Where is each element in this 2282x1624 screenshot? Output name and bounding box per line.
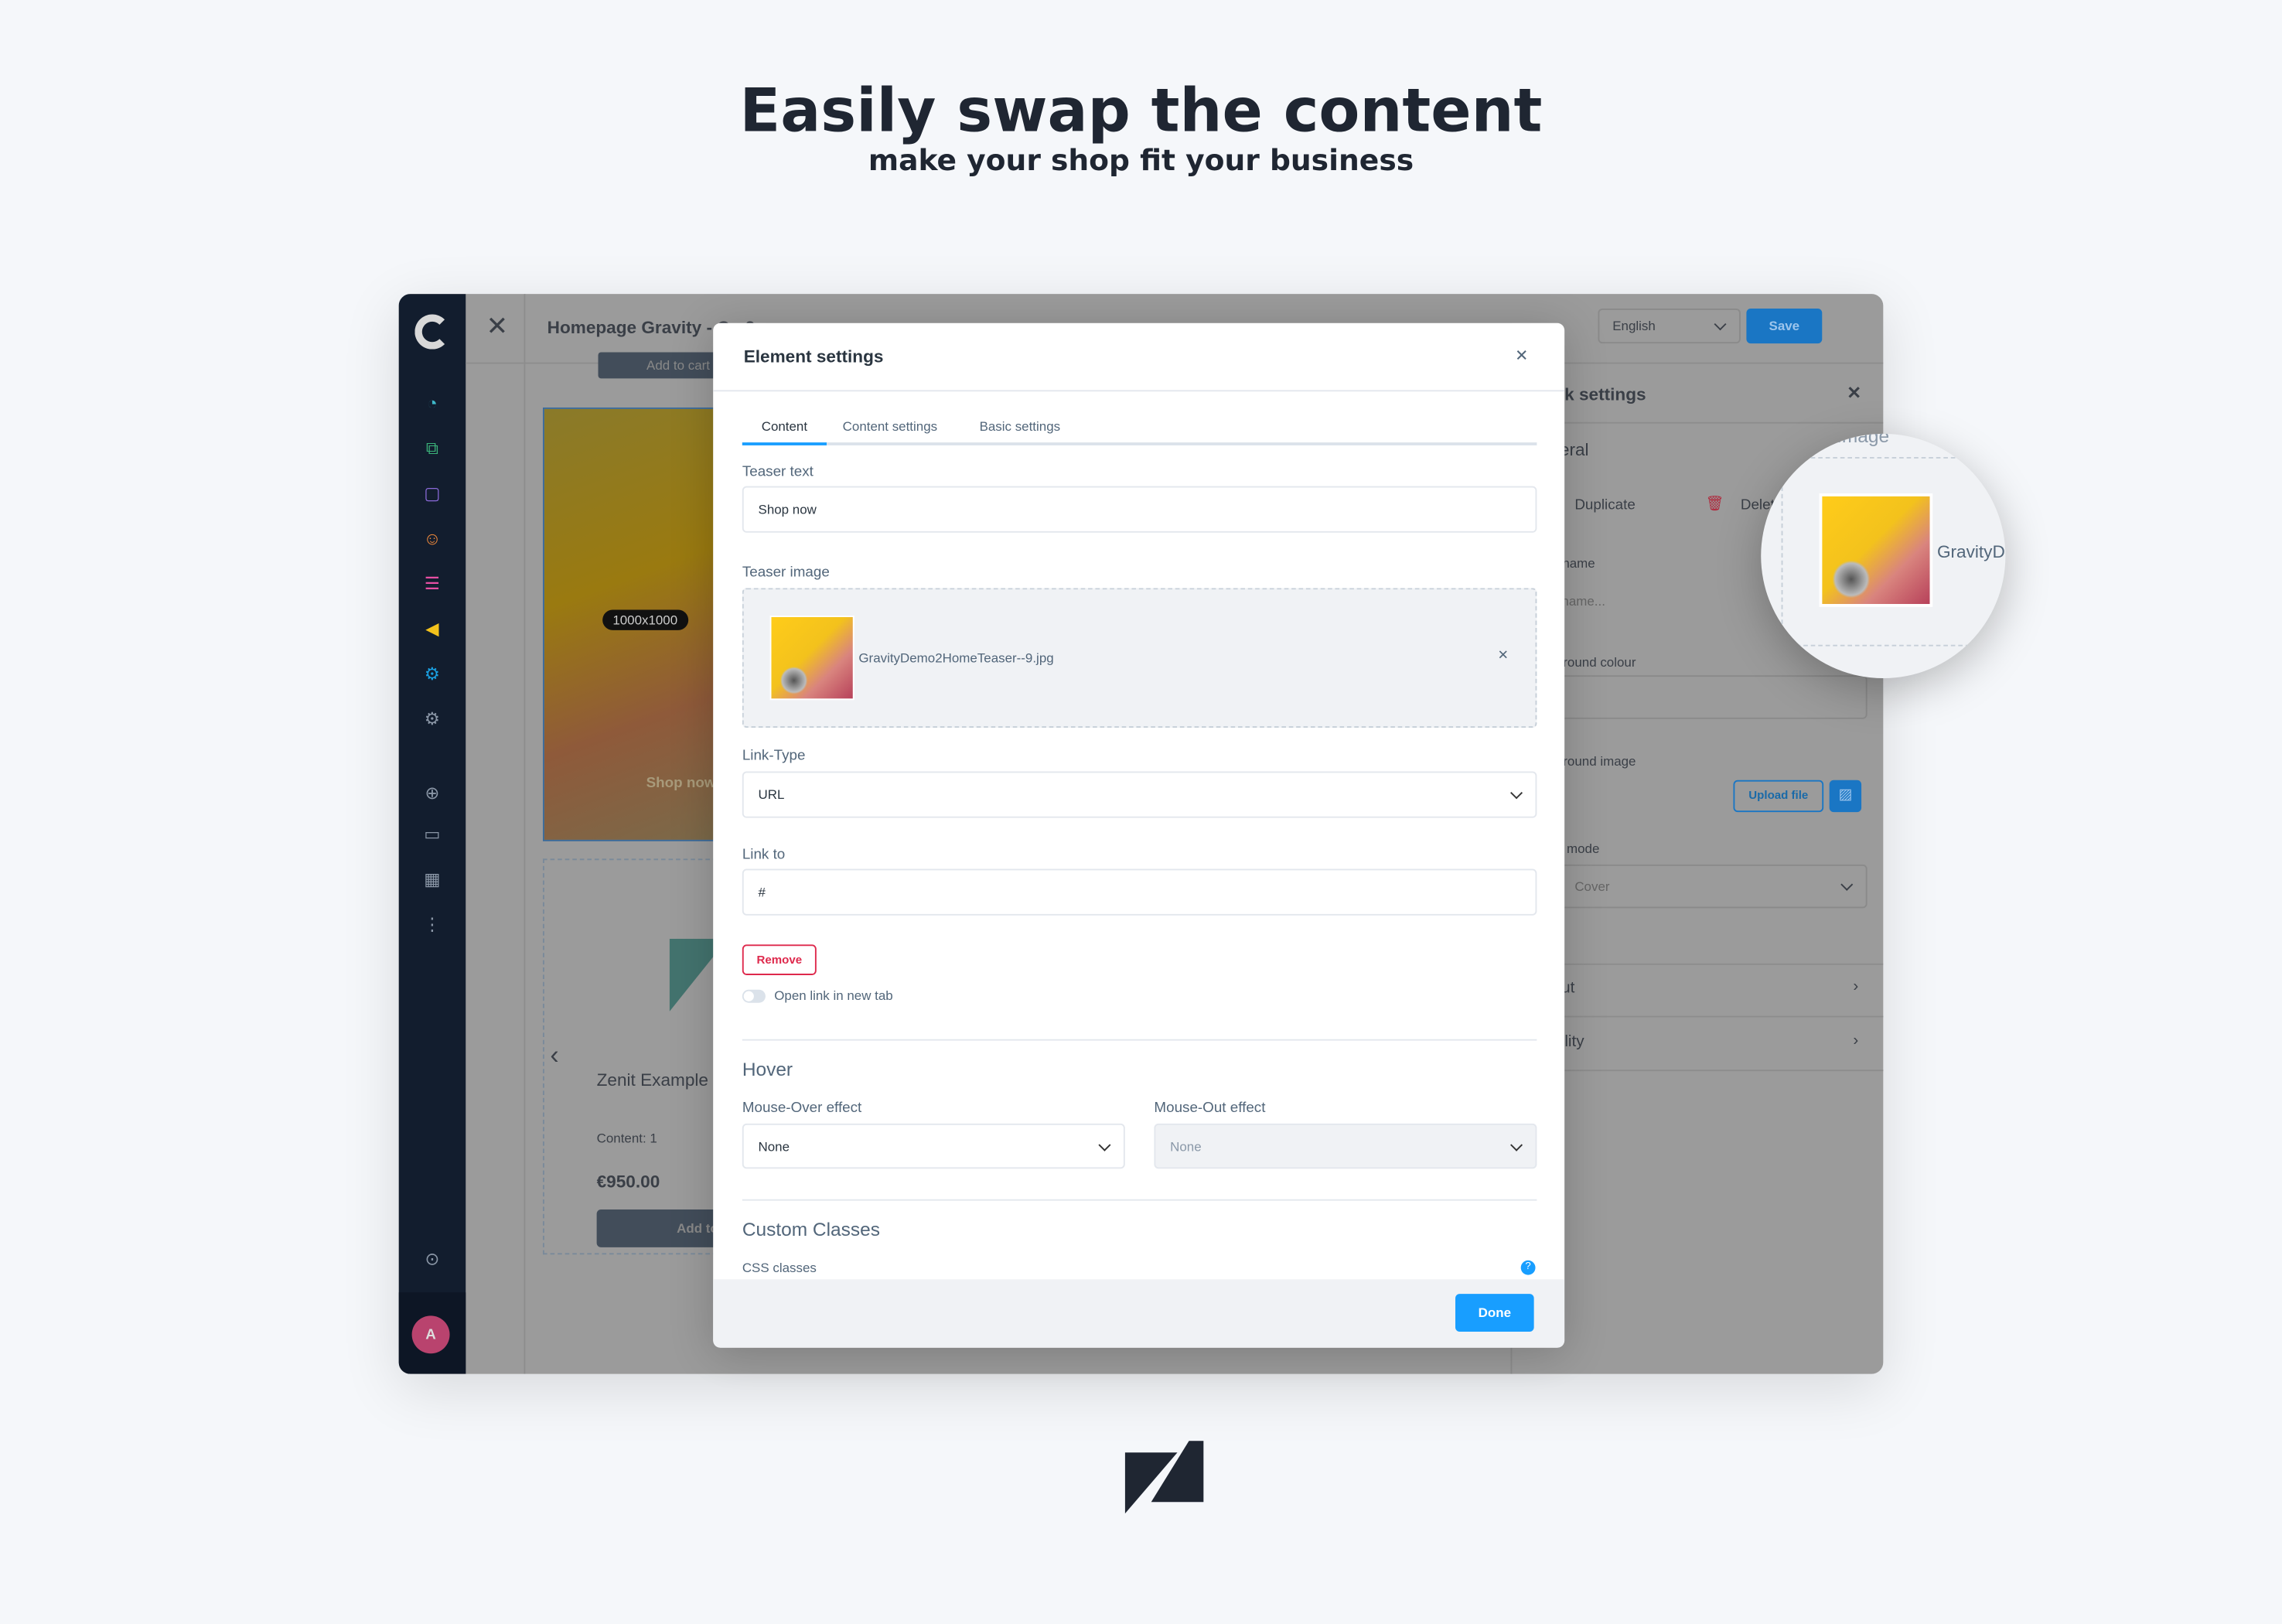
mouse-out-value: None (1170, 1138, 1202, 1154)
sidebar: ◔ ⧉ ▢ ☺ ☰ ◀ ⚙ ⚙ ⊕ ▭ ▦ ⋮ ⊙ A (398, 294, 466, 1374)
css-classes-label: CSS classes (742, 1260, 817, 1275)
avatar[interactable]: A (411, 1315, 450, 1354)
block-settings-close-icon[interactable]: ✕ (1847, 383, 1861, 403)
image-size-badge: 1000x1000 (602, 609, 688, 630)
image-mode-value: Cover (1574, 879, 1610, 894)
dashboard-icon[interactable]: ◔ (399, 393, 466, 413)
new-tab-label: Open link in new tab (774, 988, 893, 1003)
help-icon[interactable]: ? (1520, 1260, 1536, 1275)
tab-content[interactable]: Content (742, 419, 827, 445)
collapse-icon[interactable]: ⊙ (399, 1249, 466, 1269)
magnifier-thumbnail (1819, 493, 1933, 607)
teaser-text-input[interactable]: Shop now (742, 486, 1537, 533)
magnifier-label: Image (1837, 433, 1890, 447)
chevron-down-icon (1510, 1138, 1523, 1151)
extensions-icon[interactable]: ⚙ (399, 664, 466, 684)
chevron-down-icon (1510, 786, 1523, 800)
link-to-label: Link to (742, 847, 786, 864)
upload-file-button[interactable]: Upload file (1733, 780, 1824, 813)
close-editor-icon[interactable]: ✕ (486, 312, 508, 343)
chevron-right-icon: › (1853, 1032, 1859, 1049)
custom-classes-heading: Custom Classes (742, 1218, 880, 1240)
settings-icon[interactable]: ⚙ (399, 709, 466, 729)
image-mode-select[interactable]: Cover (1512, 864, 1868, 909)
done-button[interactable]: Done (1455, 1294, 1534, 1332)
layout-section[interactable]: Layout› (1512, 964, 1884, 1018)
shopware-logo[interactable] (414, 314, 450, 350)
mouse-out-select[interactable]: None (1154, 1123, 1537, 1169)
visibility-section[interactable]: Visibility› (1512, 1018, 1884, 1072)
teaser-block[interactable]: 1000x1000 Shop now (542, 407, 732, 841)
product-name[interactable]: Zenit Example (597, 1070, 708, 1090)
teaser-text-label: Teaser text (742, 464, 814, 481)
duplicate-button[interactable]: Duplicate (1574, 498, 1635, 514)
remove-image-icon[interactable]: ✕ (1498, 647, 1509, 664)
link-type-value: URL (758, 787, 785, 802)
save-button[interactable]: Save (1746, 308, 1823, 344)
link-to-input[interactable]: # (742, 868, 1537, 916)
chevron-right-icon: › (1853, 977, 1859, 996)
modal-close-icon[interactable]: ✕ (1515, 346, 1528, 366)
mouse-over-label: Mouse-Over effect (742, 1100, 862, 1117)
language-value: English (1612, 319, 1656, 333)
hero-subtitle: make your shop fit your business (868, 142, 1414, 178)
chevron-down-icon (1098, 1138, 1111, 1151)
brand-logo (1124, 1441, 1204, 1514)
product-slider: ‹ Zenit Example Content: 1 €950.00 Add t… (542, 858, 772, 1255)
add-icon[interactable]: ⊕ (399, 783, 466, 803)
customers-icon[interactable]: ☺ (399, 528, 466, 548)
orders-icon[interactable]: ▢ (399, 483, 466, 503)
content-icon[interactable]: ☰ (399, 574, 466, 594)
trash-icon: 🗑 (1705, 496, 1724, 513)
new-tab-toggle[interactable] (742, 989, 766, 1003)
tab-basic-settings[interactable]: Basic settings (980, 419, 1061, 434)
bg-colour-input[interactable] (1512, 675, 1868, 719)
product-content: Content: 1 (596, 1131, 657, 1146)
mouse-out-label: Mouse-Out effect (1154, 1100, 1266, 1117)
remove-button[interactable]: Remove (742, 944, 817, 975)
hero-title: Easily swap the content (739, 75, 1543, 146)
teaser-image-filename: GravityDemo2HomeTeaser--9.jpg (858, 650, 1054, 666)
teaser-image-thumbnail (769, 616, 854, 701)
teaser-image-label: Teaser image (742, 565, 830, 581)
sales-channel-icon[interactable]: ▭ (399, 824, 466, 844)
mouse-over-select[interactable]: None (742, 1123, 1125, 1169)
modal-title: Element settings (743, 346, 884, 367)
product-price: €950.00 (596, 1172, 660, 1192)
modal-footer (713, 1279, 1565, 1348)
link-type-select[interactable]: URL (742, 771, 1537, 818)
teaser-overlay-text: Shop now (646, 776, 716, 792)
link-type-label: Link-Type (742, 748, 806, 765)
magnifier-filename: GravityD (1936, 541, 2005, 562)
tab-content-settings[interactable]: Content settings (843, 419, 937, 434)
more-icon[interactable]: ⋮ (399, 914, 466, 934)
element-settings-modal: Element settings ✕ Content Content setti… (713, 322, 1565, 1348)
storefront-icon[interactable]: ▦ (399, 869, 466, 889)
mouse-over-value: None (758, 1138, 790, 1154)
hover-heading: Hover (742, 1058, 793, 1080)
teaser-image-dropzone[interactable]: GravityDemo2HomeTeaser--9.jpg ✕ (742, 588, 1537, 728)
magnifier: Image GravityD (1761, 433, 2006, 679)
media-picker-icon[interactable]: ▨ (1829, 780, 1862, 813)
catalogue-icon[interactable]: ⧉ (399, 438, 466, 459)
marketing-icon[interactable]: ◀ (399, 619, 466, 639)
slider-prev-icon[interactable]: ‹ (550, 1041, 558, 1072)
language-select[interactable]: English (1598, 308, 1741, 344)
